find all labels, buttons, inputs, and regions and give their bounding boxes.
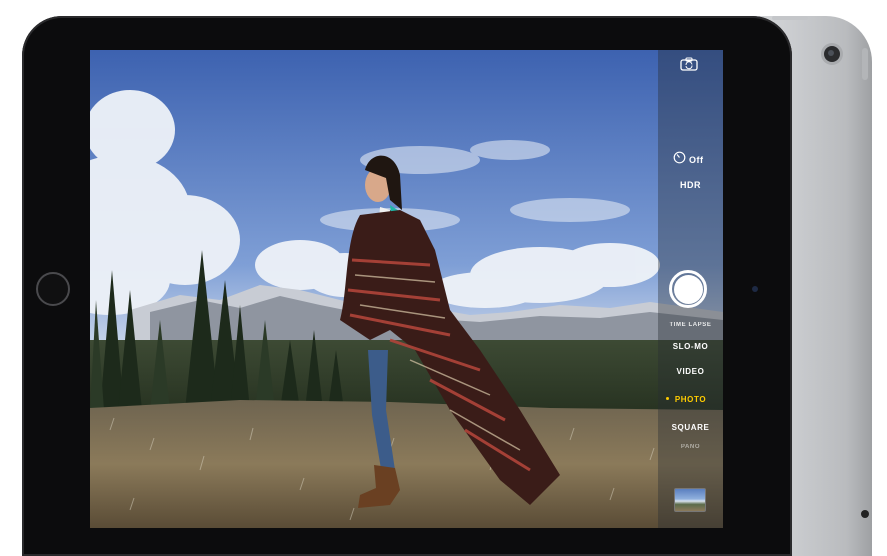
camera-flip-icon[interactable]: [680, 57, 698, 76]
rear-microphone: [861, 510, 869, 518]
camera-controls-panel: Off HDR TIME LAPSE SLO-MO VIDEO PHOTO SQ…: [658, 50, 723, 528]
front-camera: [752, 286, 758, 292]
hdr-toggle[interactable]: HDR: [680, 180, 701, 190]
shutter-button-inner: [673, 274, 703, 304]
mode-video[interactable]: VIDEO: [658, 367, 723, 376]
mode-slo-mo[interactable]: SLO-MO: [658, 342, 723, 351]
camera-screen: Off HDR TIME LAPSE SLO-MO VIDEO PHOTO SQ…: [90, 50, 723, 528]
home-button[interactable]: [36, 272, 70, 306]
timer-label: Off: [689, 155, 704, 165]
timer-toggle[interactable]: Off: [673, 151, 704, 169]
mode-time-lapse[interactable]: TIME LAPSE: [658, 322, 723, 328]
side-button: [862, 48, 868, 80]
mode-square[interactable]: SQUARE: [658, 423, 723, 432]
last-photo-thumbnail[interactable]: [674, 488, 706, 512]
mode-pano[interactable]: PANO: [658, 444, 723, 450]
shutter-button[interactable]: [669, 270, 707, 308]
viewfinder-image: [90, 50, 723, 528]
mode-photo[interactable]: PHOTO: [658, 395, 723, 404]
rear-camera-lens: [824, 46, 840, 62]
sleep-wake-button: [772, 16, 808, 20]
timer-icon: [673, 151, 686, 169]
